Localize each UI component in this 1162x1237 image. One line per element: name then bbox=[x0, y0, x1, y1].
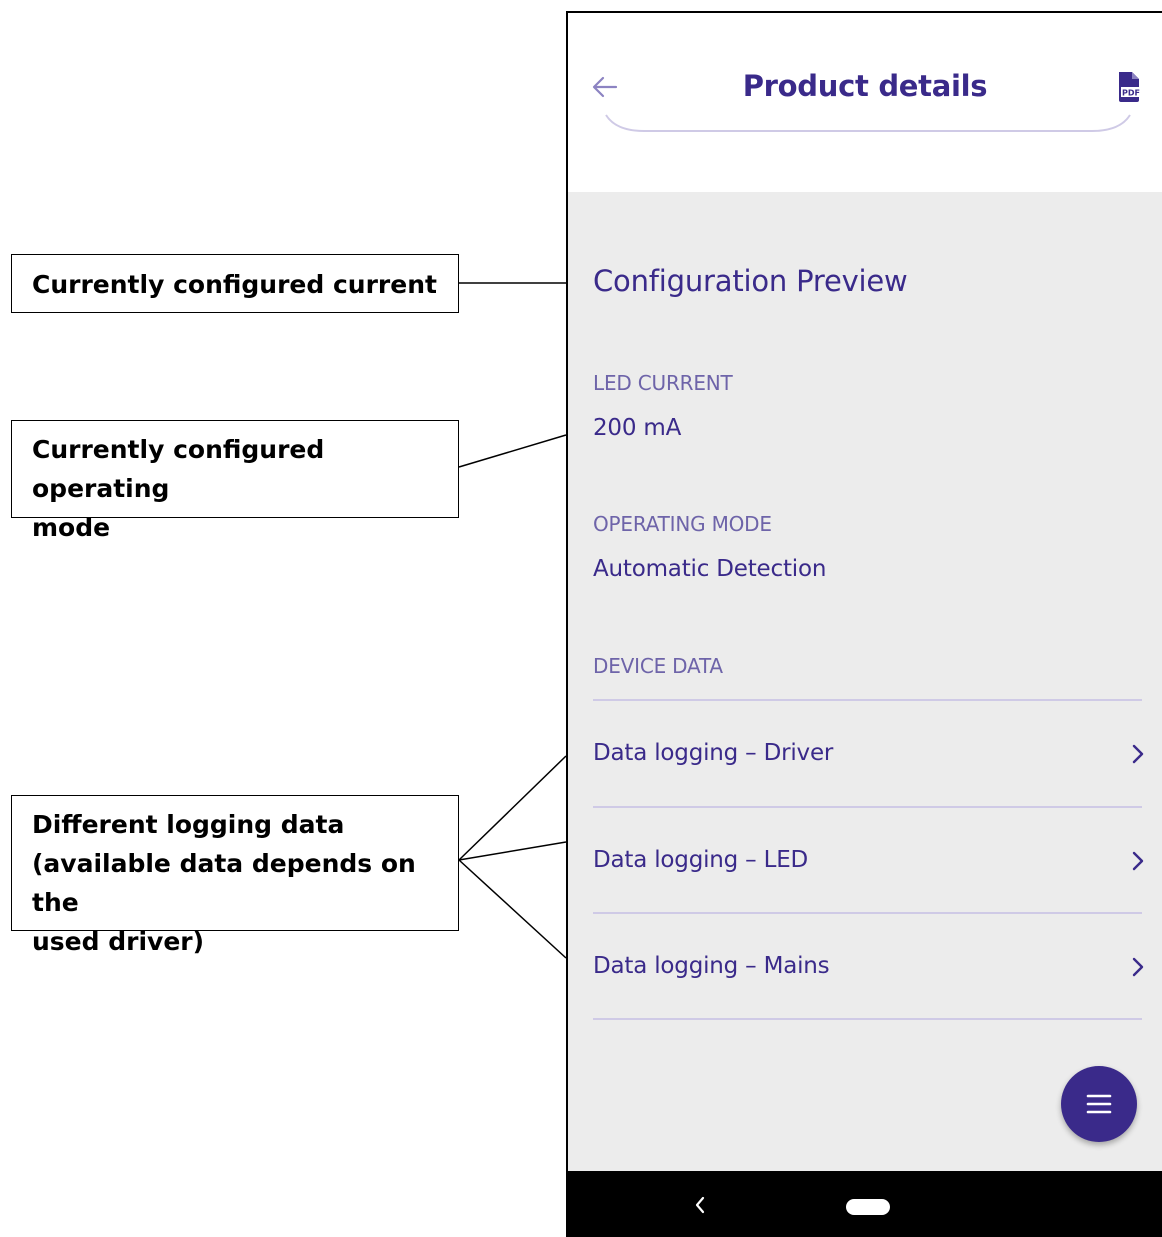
system-navigation-bar bbox=[568, 1171, 1162, 1237]
list-item-label: Data logging – LED bbox=[593, 847, 809, 873]
callout-logging-line1: Different logging data bbox=[32, 810, 345, 839]
callout-current: Currently configured current bbox=[11, 254, 459, 313]
pdf-button[interactable]: PDF bbox=[1117, 72, 1141, 102]
device-data-label: DEVICE DATA bbox=[593, 654, 723, 678]
list-item-data-logging-driver[interactable]: Data logging – Driver bbox=[568, 701, 1162, 805]
app-bar: Product details PDF bbox=[568, 13, 1162, 192]
list-item-label: Data logging – Mains bbox=[593, 953, 830, 979]
operating-mode-value: Automatic Detection bbox=[593, 556, 827, 582]
list-item-data-logging-mains[interactable]: Data logging – Mains bbox=[568, 914, 1162, 1018]
led-current-value: 200 mA bbox=[593, 415, 682, 441]
chevron-right-icon bbox=[1132, 957, 1144, 977]
page-title: Product details bbox=[742, 69, 988, 103]
leader-logging-led bbox=[458, 841, 567, 861]
leader-mode bbox=[458, 434, 567, 468]
operating-mode-label: OPERATING MODE bbox=[593, 512, 772, 536]
led-current-label: LED CURRENT bbox=[593, 371, 733, 395]
pdf-icon-text: PDF bbox=[1122, 89, 1140, 98]
chevron-right-icon bbox=[1132, 744, 1144, 764]
configuration-preview-title: Configuration Preview bbox=[593, 264, 908, 298]
phone-screen: Product details PDF Configuration Previe… bbox=[566, 11, 1162, 1237]
callout-mode-line1: Currently configured operating bbox=[32, 435, 325, 503]
chevron-right-icon bbox=[1132, 851, 1144, 871]
leader-logging-driver bbox=[458, 755, 567, 861]
nav-back-icon[interactable] bbox=[693, 1195, 707, 1215]
leader-logging-mains bbox=[458, 859, 567, 959]
menu-icon bbox=[1086, 1094, 1112, 1114]
callout-current-text: Currently configured current bbox=[32, 270, 437, 299]
nav-home-pill[interactable] bbox=[846, 1199, 890, 1215]
appbar-divider-curve bbox=[605, 114, 1131, 132]
callout-logging-line2: (available data depends on the bbox=[32, 849, 416, 917]
callout-logging-line3: used driver) bbox=[32, 927, 205, 956]
list-item-label: Data logging – Driver bbox=[593, 740, 834, 766]
callout-logging-data: Different logging data (available data d… bbox=[11, 795, 459, 956]
menu-fab-button[interactable] bbox=[1061, 1066, 1137, 1142]
divider bbox=[593, 1018, 1142, 1020]
callout-operating-mode: Currently configured operating mode bbox=[11, 420, 459, 542]
callout-mode-line2: mode bbox=[32, 513, 111, 542]
pdf-icon: PDF bbox=[1119, 72, 1141, 102]
list-item-data-logging-led[interactable]: Data logging – LED bbox=[568, 808, 1162, 912]
